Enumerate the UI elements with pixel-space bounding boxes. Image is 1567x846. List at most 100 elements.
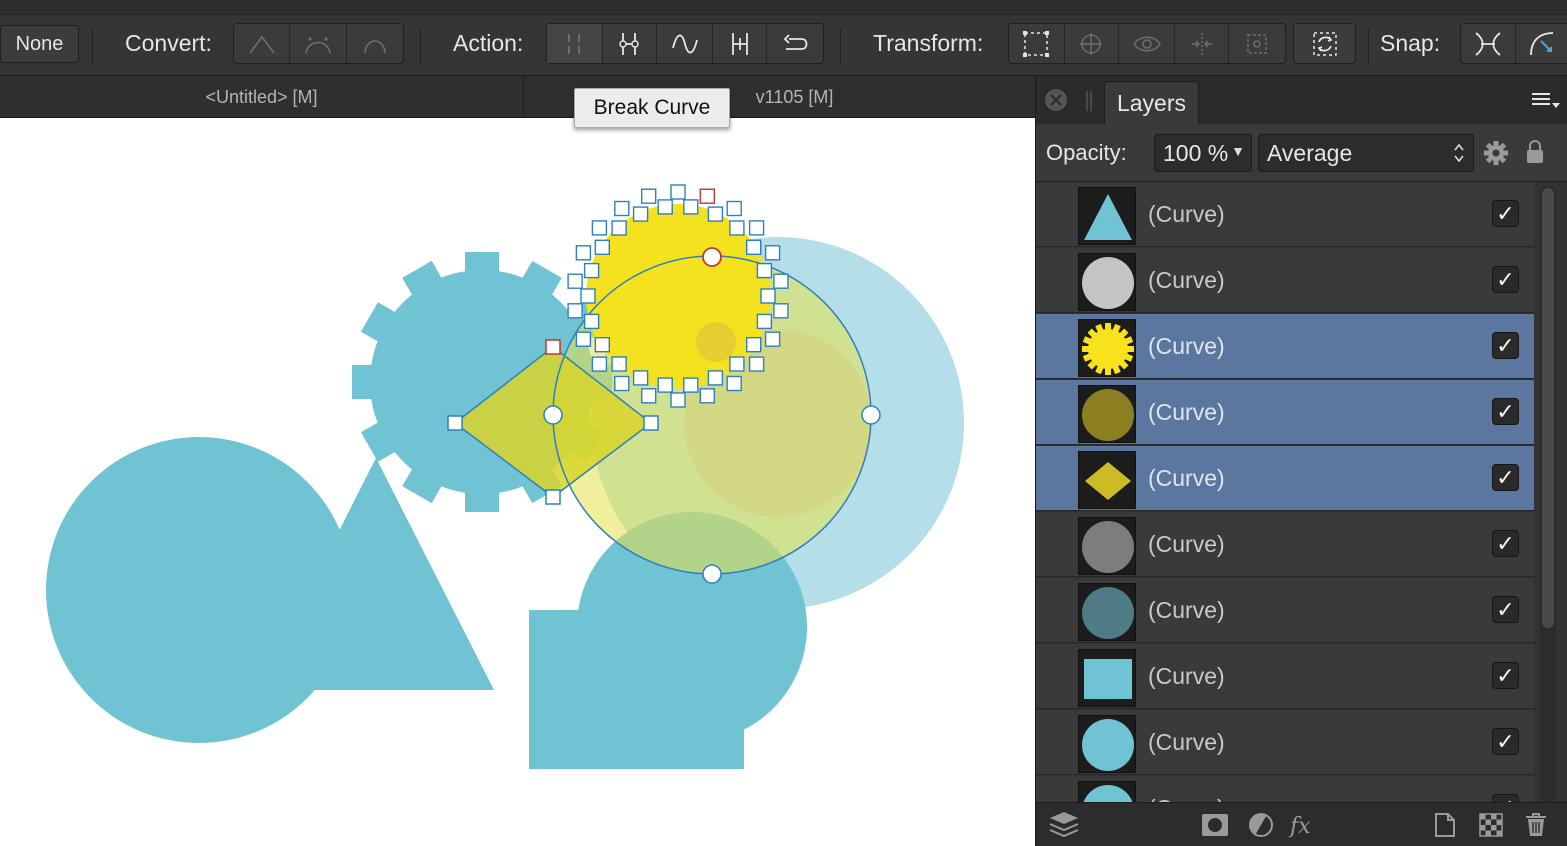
layer-row[interactable]: (Curve) ✓ bbox=[1036, 512, 1534, 577]
snap-to-geometry-button[interactable] bbox=[1516, 24, 1567, 63]
snap-to-curve-button[interactable] bbox=[1461, 24, 1517, 63]
sun-node-handle[interactable] bbox=[756, 262, 773, 279]
sun-node-handle[interactable] bbox=[583, 262, 600, 279]
layer-row[interactable]: (Curve) ✓ bbox=[1036, 446, 1534, 511]
sun-node-handle[interactable] bbox=[575, 331, 592, 347]
layer-row[interactable]: (Curve) ✓ bbox=[1036, 710, 1534, 775]
sun-node-handle[interactable] bbox=[764, 245, 781, 261]
layer-visibility-checkbox[interactable]: ✓ bbox=[1492, 200, 1519, 227]
sun-node-handle[interactable] bbox=[614, 200, 630, 217]
layer-scrollbar-thumb[interactable] bbox=[1542, 188, 1554, 628]
sun-node-handle[interactable] bbox=[729, 356, 745, 372]
layer-row[interactable]: (Curve) ✓ bbox=[1036, 644, 1534, 709]
rotation-center-button[interactable] bbox=[1065, 24, 1120, 63]
sun-node-handle[interactable] bbox=[707, 370, 724, 386]
sun-node-handle[interactable] bbox=[683, 199, 699, 215]
layer-visibility-checkbox[interactable]: ✓ bbox=[1492, 530, 1519, 557]
tab-untitled[interactable]: <Untitled> [M] bbox=[0, 76, 524, 118]
layer-visibility-checkbox[interactable]: ✓ bbox=[1492, 596, 1519, 623]
toolbar-separator bbox=[92, 28, 93, 64]
add-mask-button[interactable] bbox=[1199, 809, 1231, 841]
layer-visibility-checkbox[interactable]: ✓ bbox=[1492, 266, 1519, 293]
layer-visibility-checkbox[interactable]: ✓ bbox=[1492, 728, 1519, 755]
sun-node-handle[interactable] bbox=[683, 377, 699, 393]
sun-node-handle[interactable] bbox=[707, 206, 724, 222]
sun-node-handle[interactable] bbox=[611, 220, 627, 236]
effects-button[interactable]: fx bbox=[1288, 809, 1320, 841]
sun-node-handle[interactable] bbox=[632, 370, 649, 386]
sun-node-handle[interactable] bbox=[773, 273, 789, 289]
close-curve-button[interactable] bbox=[603, 24, 658, 63]
sun-node-handle[interactable] bbox=[726, 200, 742, 217]
lock-icon[interactable] bbox=[1525, 139, 1545, 165]
sun-node-handle[interactable] bbox=[748, 356, 765, 372]
sun-node-handle[interactable] bbox=[756, 313, 773, 330]
sun-node-handle[interactable] bbox=[748, 220, 765, 236]
sun-node-handle[interactable] bbox=[567, 303, 583, 319]
join-curves-button[interactable] bbox=[713, 24, 768, 63]
blend-mode-select[interactable]: Average bbox=[1258, 134, 1474, 172]
adjustment-button[interactable] bbox=[1245, 809, 1277, 841]
delete-layer-button[interactable] bbox=[1520, 809, 1552, 841]
sun-node-handle[interactable] bbox=[764, 331, 781, 347]
sun-node-handle[interactable] bbox=[583, 313, 600, 330]
sun-node-handle[interactable] bbox=[760, 288, 776, 304]
sun-node-handle[interactable] bbox=[746, 239, 762, 256]
document-canvas[interactable] bbox=[0, 118, 1035, 846]
sun-node-handle[interactable] bbox=[746, 337, 762, 353]
none-button[interactable]: None bbox=[0, 25, 79, 63]
mirror-button[interactable] bbox=[1175, 24, 1230, 63]
sun-node-handle[interactable] bbox=[591, 356, 608, 372]
layers-stack-button[interactable] bbox=[1048, 809, 1080, 841]
sun-node-handle[interactable] bbox=[670, 392, 686, 408]
add-pixel-layer-button[interactable] bbox=[1429, 809, 1461, 841]
layer-row[interactable]: (Curve) ✓ bbox=[1036, 380, 1534, 445]
sun-node-handle[interactable] bbox=[699, 388, 715, 404]
layer-row[interactable]: (Curve) ✓ bbox=[1036, 182, 1534, 247]
sun-node-handle[interactable] bbox=[594, 337, 610, 353]
sun-node-handle[interactable] bbox=[670, 184, 686, 200]
transform-origin-button[interactable] bbox=[1229, 24, 1285, 63]
panel-menu-icon[interactable] bbox=[1530, 90, 1562, 112]
sun-node-handle[interactable] bbox=[611, 356, 627, 372]
sun-node-handle[interactable] bbox=[657, 199, 673, 215]
layer-visibility-checkbox[interactable]: ✓ bbox=[1492, 464, 1519, 491]
sun-node-handle[interactable] bbox=[726, 375, 742, 392]
sun-node-handle[interactable] bbox=[580, 288, 596, 304]
gear-icon[interactable] bbox=[1483, 140, 1509, 166]
sun-node-handle[interactable] bbox=[575, 245, 592, 261]
layer-visibility-checkbox[interactable]: ✓ bbox=[1492, 332, 1519, 359]
layer-row[interactable]: (Curve) ✓ bbox=[1036, 578, 1534, 643]
show-eye-button[interactable] bbox=[1119, 24, 1175, 63]
transform-mode-button[interactable] bbox=[1293, 23, 1356, 64]
reverse-curve-button[interactable] bbox=[767, 24, 823, 63]
sun-node-handle[interactable] bbox=[632, 206, 649, 222]
add-fill-layer-button[interactable] bbox=[1475, 809, 1507, 841]
layer-visibility-checkbox[interactable]: ✓ bbox=[1492, 662, 1519, 689]
tab-layers[interactable]: Layers bbox=[1104, 81, 1199, 124]
sun-node-handle[interactable] bbox=[699, 188, 715, 204]
break-curve-button[interactable] bbox=[547, 24, 603, 63]
sun-node-handle[interactable] bbox=[641, 388, 657, 404]
layer-row[interactable]: (Curve) ✓ bbox=[1036, 314, 1534, 379]
layer-visibility-checkbox[interactable]: ✓ bbox=[1492, 794, 1519, 802]
sun-node-handle[interactable] bbox=[591, 220, 608, 236]
sun-node-handle[interactable] bbox=[641, 188, 657, 204]
layer-row[interactable]: (Curve) ✓ bbox=[1036, 248, 1534, 313]
sun-node-handle[interactable] bbox=[614, 375, 630, 392]
opacity-field[interactable]: 100 % ▼ bbox=[1154, 134, 1252, 172]
sun-node-handle[interactable] bbox=[729, 220, 745, 236]
convert-sharp-button[interactable] bbox=[234, 24, 291, 63]
sun-node-handle[interactable] bbox=[567, 273, 583, 289]
sun-node-handle[interactable] bbox=[657, 377, 673, 393]
convert-smart-button[interactable] bbox=[347, 24, 403, 63]
drag-handle-icon[interactable] bbox=[1084, 90, 1094, 112]
sun-node-handle[interactable] bbox=[594, 239, 610, 256]
transform-bounds-button[interactable] bbox=[1009, 24, 1065, 63]
convert-smooth-button[interactable] bbox=[290, 24, 347, 63]
sun-node-handle[interactable] bbox=[773, 303, 789, 319]
smooth-curve-button[interactable] bbox=[657, 24, 713, 63]
close-panel-icon[interactable] bbox=[1044, 88, 1068, 112]
layer-visibility-checkbox[interactable]: ✓ bbox=[1492, 398, 1519, 425]
layer-row[interactable]: (Curve) ✓ bbox=[1036, 776, 1534, 802]
